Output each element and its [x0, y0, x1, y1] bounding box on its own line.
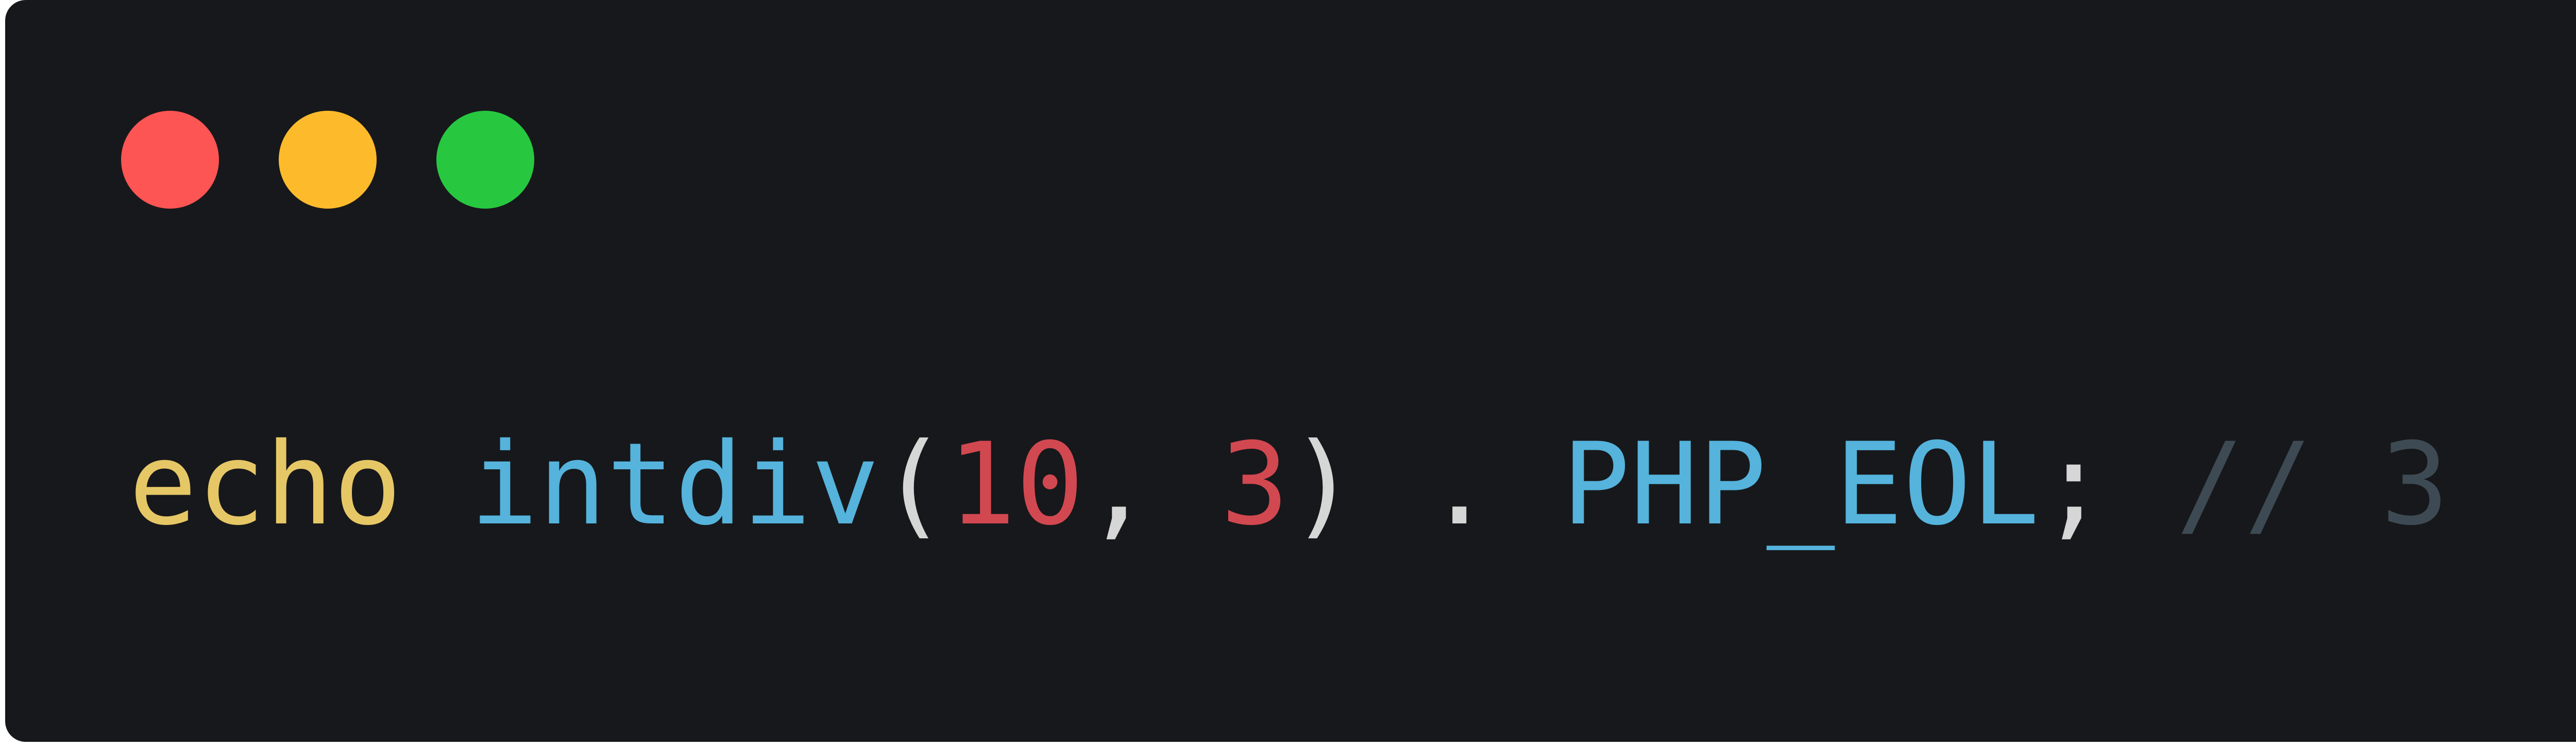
comma-separator: , [1084, 418, 1221, 550]
comment: // 3 [2176, 418, 2449, 550]
number-10: 10 [947, 418, 1084, 550]
code-window: echo intdiv(10, 3) . PHP_EOL; // 3 [5, 0, 2576, 742]
open-paren: ( [879, 418, 948, 550]
maximize-button[interactable] [436, 111, 534, 209]
constant-php-eol: PHP_EOL [1562, 418, 2040, 550]
window-controls [121, 111, 534, 209]
close-button[interactable] [121, 111, 219, 209]
minimize-button[interactable] [279, 111, 377, 209]
function-intdiv: intdiv [470, 418, 879, 550]
keyword-echo: echo [129, 418, 402, 550]
close-paren-concat: ) . [1289, 418, 1562, 550]
code-line: echo intdiv(10, 3) . PHP_EOL; // 3 [129, 417, 2449, 551]
number-3: 3 [1221, 418, 1289, 550]
semicolon: ; [2039, 418, 2176, 550]
